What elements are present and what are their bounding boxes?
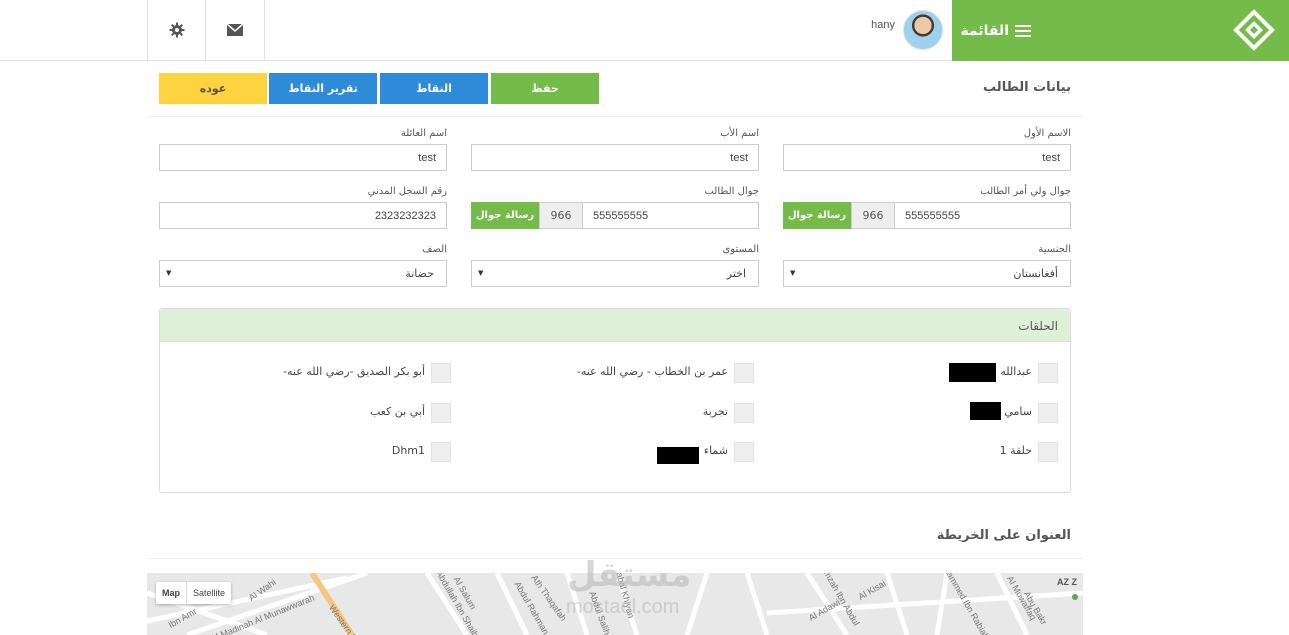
hamburger-icon — [1015, 25, 1031, 37]
circle-checkbox-8[interactable] — [734, 442, 754, 462]
page-title: بيانات الطالب — [983, 80, 1071, 95]
watermark-logo: مستقل — [567, 555, 692, 595]
caret-down-icon: ▼ — [166, 269, 172, 277]
nationality-label: الجنسية — [1038, 244, 1071, 255]
circle-label-3: أبو بكر الصديق -رضي الله عنه- — [283, 365, 425, 378]
top-bar: hany القائمة — [0, 0, 1289, 61]
level-label: المستوى — [722, 244, 759, 255]
circle-checkbox-7[interactable] — [1038, 442, 1058, 462]
redaction-box — [949, 363, 996, 382]
map-tab-satellite[interactable]: Satellite — [186, 582, 231, 604]
points-report-button[interactable]: تقرير النقاط — [269, 73, 377, 104]
brand-bar: القائمة — [952, 0, 1289, 61]
circle-checkbox-1[interactable] — [1038, 363, 1058, 383]
road-label: AZ Z — [1057, 577, 1077, 587]
civil-id-label: رقم السجل المدني — [367, 186, 447, 197]
caret-down-icon: ▼ — [790, 269, 796, 277]
user-name: hany — [871, 19, 895, 31]
map-type-control: Map Satellite — [156, 582, 232, 604]
circle-label-7: حلقة 1 — [999, 444, 1032, 457]
circles-panel-header: الحلقات — [160, 309, 1070, 342]
circle-checkbox-5[interactable] — [734, 403, 754, 423]
family-name-label: اسم العائلة — [400, 128, 447, 139]
family-name-field[interactable]: test — [159, 144, 447, 171]
redaction-box — [657, 447, 699, 464]
user-profile[interactable]: hany — [871, 9, 943, 51]
student-mobile-field[interactable]: 555555555 — [582, 202, 759, 229]
circle-checkbox-9[interactable] — [431, 442, 451, 462]
circle-label-8: شماء — [703, 444, 728, 457]
circle-checkbox-2[interactable] — [734, 363, 754, 383]
circles-panel: الحلقات — [159, 308, 1071, 493]
student-mobile-label: جوال الطالب — [704, 186, 759, 197]
first-name-field[interactable]: test — [783, 144, 1071, 171]
guardian-mobile-label: جوال ولي أمر الطالب — [980, 186, 1071, 197]
caret-down-icon: ▼ — [478, 269, 484, 277]
watermark-url: mostaql.com — [566, 596, 680, 618]
divider — [147, 116, 1083, 117]
guardian-prefix: 966 — [851, 202, 895, 229]
circle-checkbox-3[interactable] — [431, 363, 451, 383]
father-name-label: اسم الأب — [720, 128, 759, 139]
student-prefix: 966 — [539, 202, 583, 229]
level-value: اختر — [726, 267, 746, 280]
envelope-icon — [227, 24, 243, 36]
save-button[interactable]: حفظ — [491, 73, 599, 104]
nationality-select[interactable]: ▼ أفغانستان — [783, 260, 1071, 287]
circle-label-4: سامي — [1004, 405, 1032, 418]
menu-button[interactable]: القائمة — [960, 19, 1031, 43]
menu-label: القائمة — [960, 23, 1009, 39]
father-name-field[interactable]: test — [471, 144, 759, 171]
circle-label-2: عمر بن الخطاب - رضي الله عنه- — [576, 365, 728, 378]
logo-icon[interactable] — [1233, 9, 1275, 51]
level-select[interactable]: ▼ اختر — [471, 260, 759, 287]
class-value: حضانة — [405, 267, 434, 280]
gear-icon — [169, 22, 184, 38]
map-tab-map[interactable]: Map — [156, 582, 186, 604]
map-title: العنوان على الخريطة — [936, 528, 1071, 543]
class-label: الصف — [422, 244, 447, 255]
guardian-sms-button[interactable]: رسالة جوال — [783, 202, 851, 229]
guardian-mobile-field[interactable]: 555555555 — [894, 202, 1071, 229]
circle-checkbox-4[interactable] — [1038, 403, 1058, 423]
back-button[interactable]: عوده — [159, 73, 267, 104]
circle-label-1: عبدالله — [1000, 365, 1032, 378]
circle-label-9: Dhm1 — [391, 444, 425, 457]
settings-button[interactable] — [147, 0, 206, 60]
avatar — [903, 10, 943, 50]
class-select[interactable]: ▼ حضانة — [159, 260, 447, 287]
nationality-value: أفغانستان — [1013, 267, 1058, 280]
circle-label-6: أبي بن كعب — [369, 405, 425, 418]
circle-label-5: تجربة — [702, 405, 728, 418]
first-name-label: الاسم الأول — [1023, 128, 1071, 139]
civil-id-field[interactable]: 2323232323 — [159, 202, 447, 229]
redaction-box — [970, 402, 1001, 420]
mail-button[interactable] — [206, 0, 265, 60]
student-sms-button[interactable]: رسالة جوال — [471, 202, 539, 229]
circle-checkbox-6[interactable] — [431, 403, 451, 423]
points-button[interactable]: النقاط — [380, 73, 488, 104]
circles-title: الحلقات — [1018, 319, 1058, 333]
